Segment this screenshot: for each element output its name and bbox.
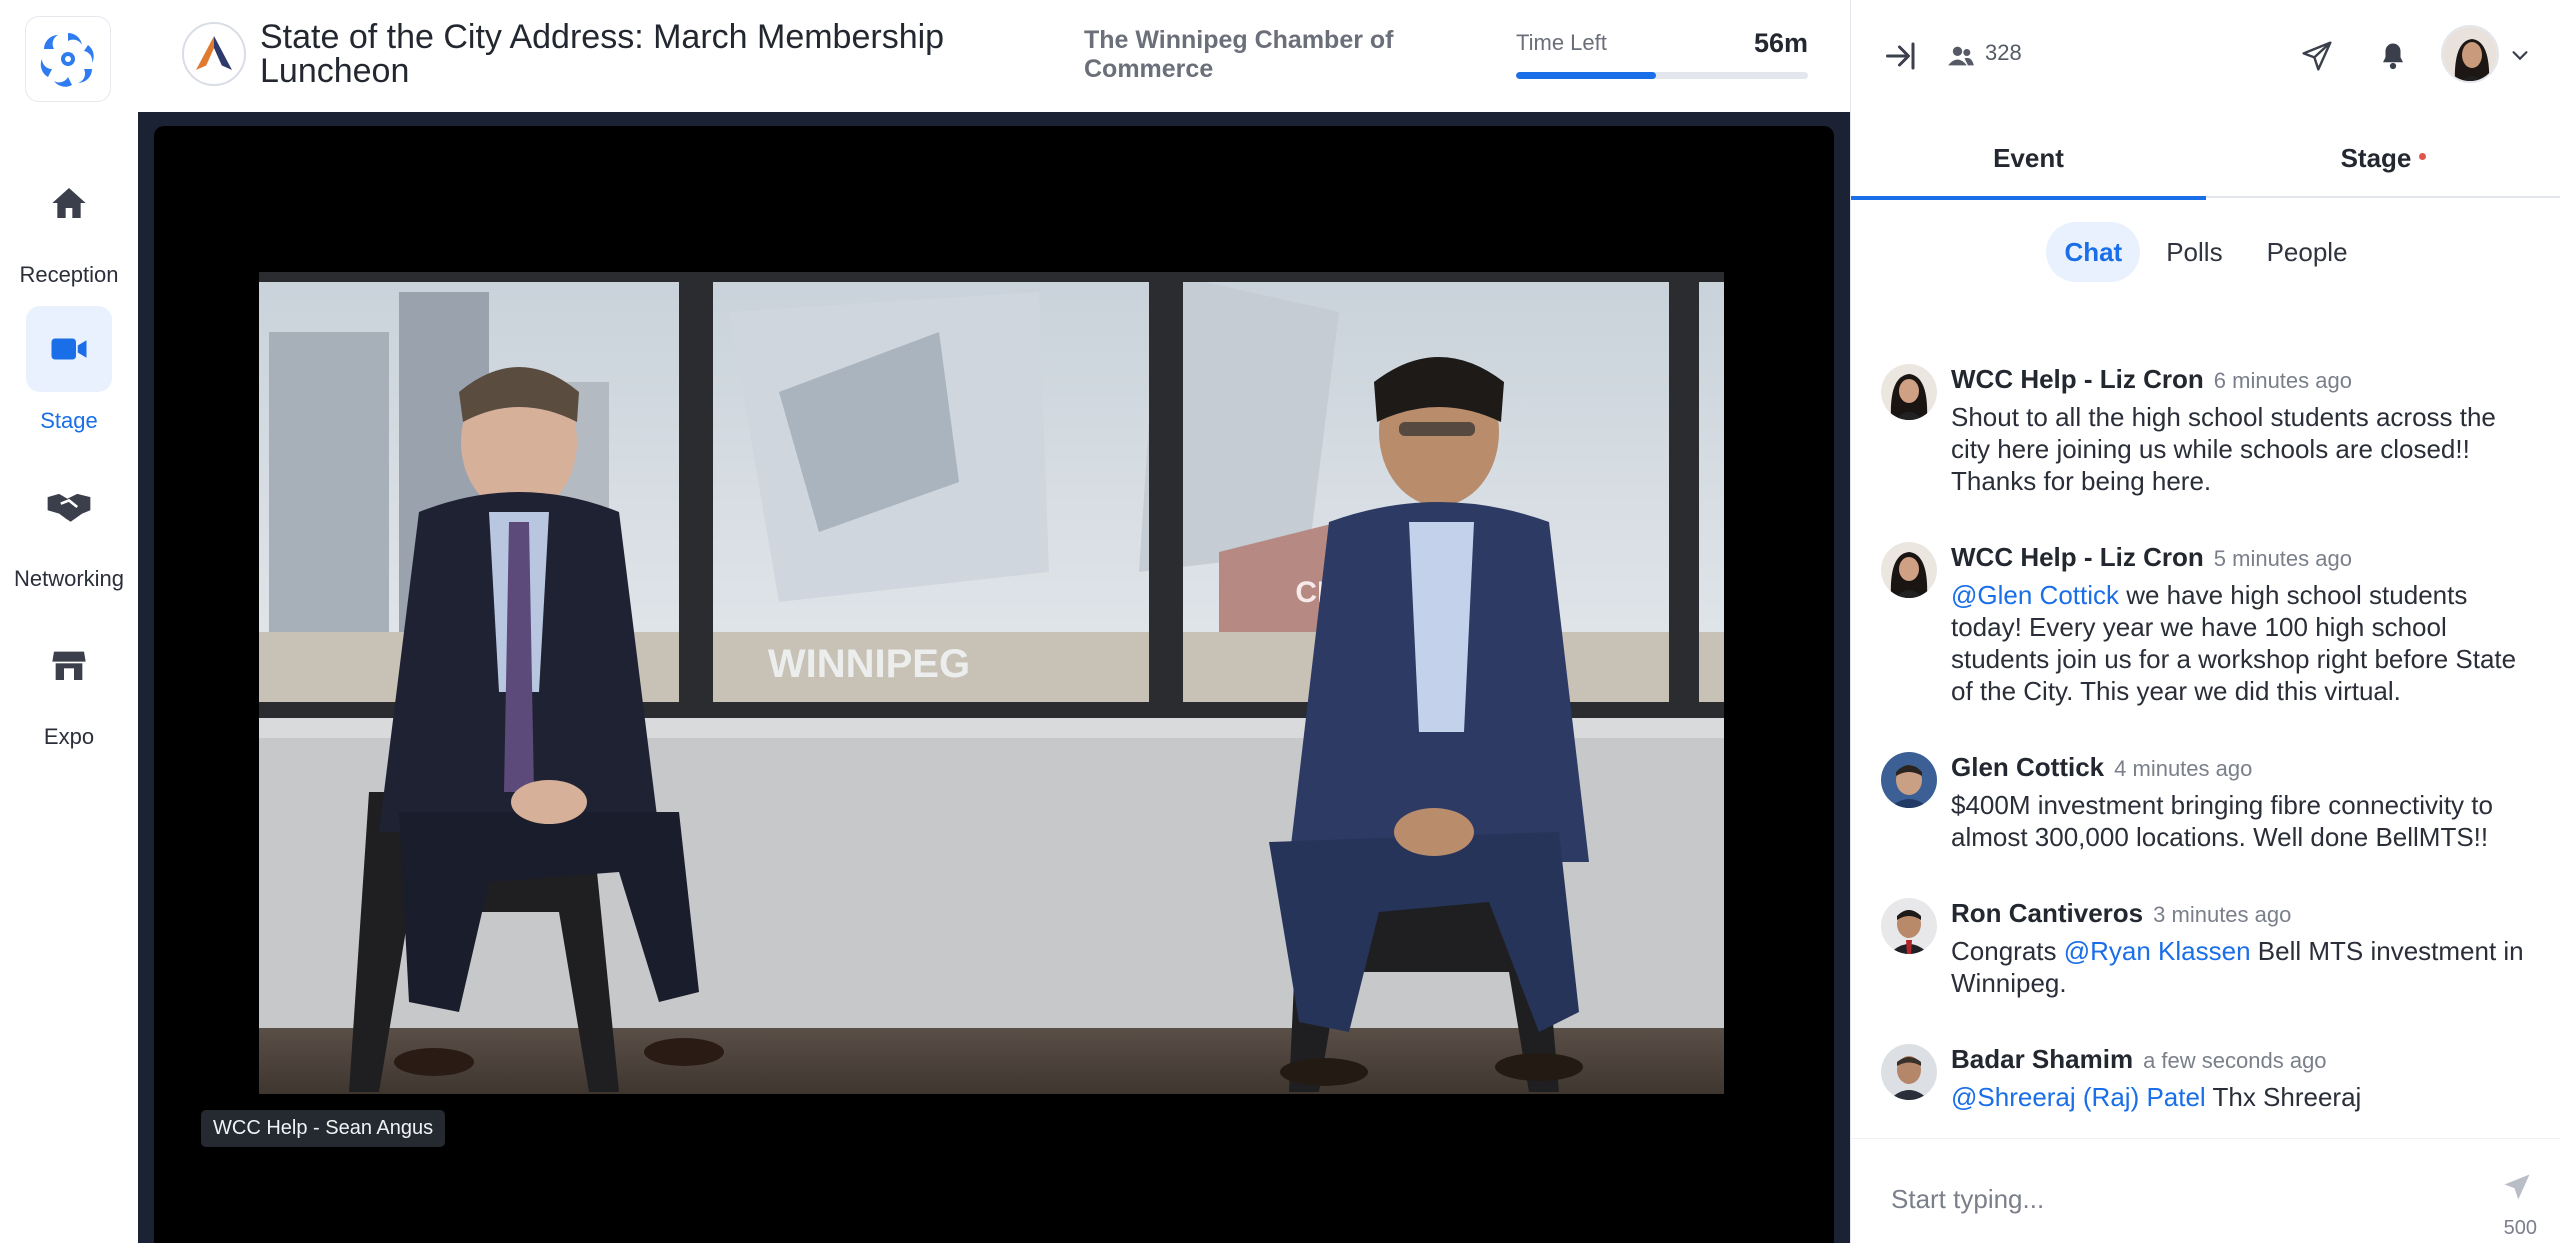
message-text: Congrats @Ryan Klassen Bell MTS investme… [1951, 935, 2541, 999]
send-direct-message-icon[interactable] [2297, 36, 2337, 76]
swirl-logo-icon [40, 32, 94, 87]
tab-label: Stage [2340, 142, 2412, 173]
chat-message-list[interactable]: WCC Help - Liz Cron 6 minutes ago Shout t… [1851, 300, 2560, 1138]
video-camera-icon [26, 306, 112, 392]
tab-label: Event [1993, 142, 2064, 173]
message-time: 4 minutes ago [2114, 756, 2253, 781]
nav-item-networking[interactable]: Networking [0, 464, 138, 592]
panel-top-bar: 328 [1851, 0, 2560, 110]
message-text: Shout to all the high school students ac… [1951, 402, 2496, 496]
message-time: 5 minutes ago [2213, 546, 2352, 571]
message-author[interactable]: WCC Help - Liz Cron [1951, 542, 2204, 572]
video-player[interactable]: WINNIPEG CN WCC Help - Sean Angus [154, 126, 1834, 1243]
chat-sub-tabs: Chat Polls People [1851, 222, 2560, 284]
chamber-logo-icon [196, 36, 232, 70]
event-side-panel: 328 Event Stage Chat Polls People WCC He… [1850, 0, 2560, 1243]
bell-icon[interactable] [2373, 36, 2413, 76]
message-time: a few seconds ago [2143, 1048, 2327, 1073]
message-time: 6 minutes ago [2213, 368, 2352, 393]
message-text: @Glen Cottick we have high school studen… [1951, 579, 2541, 707]
video-scene-image: WINNIPEG CN [259, 272, 1724, 1094]
nav-label: Reception [19, 262, 119, 287]
panel-tabs: Event Stage [1851, 118, 2560, 200]
handshake-icon [26, 464, 112, 550]
stage-area: WINNIPEG CN WCC Help - Sean Angus [138, 112, 1850, 1243]
avatar[interactable] [1881, 542, 1937, 598]
chat-message-input[interactable] [1891, 1179, 2451, 1219]
app-logo[interactable] [25, 16, 111, 102]
sub-tab-chat[interactable]: Chat [2046, 222, 2141, 282]
attendees-icon [1945, 40, 1977, 72]
message-time: 3 minutes ago [2153, 902, 2292, 927]
nav-item-stage[interactable]: Stage [0, 306, 138, 434]
time-progress-bar [1516, 72, 1808, 79]
message-text-body: Thx Shreeraj [2205, 1082, 2362, 1112]
left-navigation: Reception Stage Networking Expo [0, 0, 138, 1243]
user-mention-link[interactable]: @Glen Cottick [1951, 580, 2119, 610]
storefront-icon [26, 622, 112, 708]
organizer-name[interactable]: The Winnipeg Chamber of Commerce [1084, 26, 1424, 84]
event-title: State of the City Address: March Members… [260, 18, 945, 90]
collapse-panel-icon[interactable] [1881, 36, 1921, 76]
sub-tab-polls[interactable]: Polls [2148, 222, 2240, 282]
message-text: $400M investment bringing fibre connecti… [1951, 790, 2493, 852]
speaker-name-tag: WCC Help - Sean Angus [201, 1110, 446, 1147]
tab-stage[interactable]: Stage [2206, 118, 2560, 198]
chat-composer: 500 [1851, 1138, 2560, 1243]
avatar[interactable] [1881, 1044, 1937, 1100]
nav-label: Stage [40, 408, 98, 433]
user-mention-link[interactable]: @Ryan Klassen [2064, 936, 2251, 966]
message-text: @Shreeraj (Raj) Patel Thx Shreeraj [1951, 1081, 2541, 1113]
message-author[interactable]: WCC Help - Liz Cron [1951, 364, 2204, 394]
message-author[interactable]: Badar Shamim [1951, 1044, 2133, 1074]
attendee-count[interactable]: 328 [1985, 40, 2022, 66]
video-stream[interactable]: WINNIPEG CN [259, 272, 1724, 1094]
character-limit-counter: 500 [2503, 1217, 2537, 1239]
home-icon [26, 160, 112, 246]
nav-item-expo[interactable]: Expo [0, 622, 138, 750]
tab-event[interactable]: Event [1851, 118, 2206, 200]
time-left-label: Time Left [1516, 30, 1607, 55]
event-header: State of the City Address: March Members… [138, 0, 1850, 112]
time-progress-fill [1516, 72, 1657, 79]
nav-label: Networking [13, 566, 125, 591]
message-author[interactable]: Glen Cottick [1951, 752, 2104, 782]
avatar[interactable] [1881, 364, 1937, 420]
nav-item-reception[interactable]: Reception [0, 160, 138, 288]
user-mention-link[interactable]: @Shreeraj (Raj) Patel [1951, 1082, 2206, 1112]
sub-tab-people[interactable]: People [2249, 222, 2366, 282]
time-left-value: 56m [1753, 28, 1808, 58]
message-text-prefix: Congrats [1951, 936, 2064, 966]
unread-dot-indicator [2419, 152, 2427, 160]
avatar[interactable] [1881, 752, 1937, 808]
nav-label: Expo [43, 724, 95, 749]
video-overlay-text: WINNIPEG [768, 642, 970, 686]
chamber-logo [182, 22, 246, 86]
chevron-down-icon[interactable] [2505, 40, 2535, 70]
user-avatar[interactable] [2441, 25, 2499, 83]
send-message-icon[interactable] [2497, 1167, 2537, 1207]
avatar[interactable] [1881, 898, 1937, 954]
message-author[interactable]: Ron Cantiveros [1951, 898, 2143, 928]
